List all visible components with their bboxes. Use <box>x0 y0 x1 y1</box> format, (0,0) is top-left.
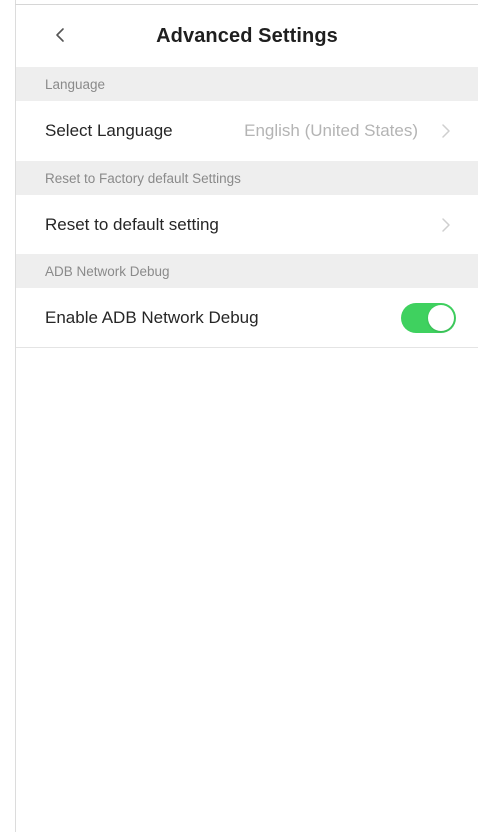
reset-default-row[interactable]: Reset to default setting <box>16 195 478 254</box>
toggle-knob <box>428 304 454 331</box>
adb-debug-toggle[interactable] <box>401 302 456 333</box>
section-header-reset: Reset to Factory default Settings <box>16 161 478 195</box>
select-language-row[interactable]: Select Language English (United States) <box>16 101 478 161</box>
row-label: Reset to default setting <box>45 214 219 234</box>
language-value: English (United States) <box>244 121 418 140</box>
section-header-language: Language <box>16 67 478 101</box>
app-header: Advanced Settings <box>16 5 478 65</box>
section-header-adb: ADB Network Debug <box>16 254 478 288</box>
page-title: Advanced Settings <box>156 25 338 47</box>
adb-debug-row: Enable ADB Network Debug <box>16 288 478 347</box>
divider <box>16 347 478 348</box>
chevron-right-icon <box>440 123 452 139</box>
row-label: Enable ADB Network Debug <box>45 307 259 327</box>
row-label: Select Language <box>45 121 173 140</box>
chevron-right-icon <box>440 217 452 233</box>
settings-screen: Advanced Settings Language Select Langua… <box>0 0 478 832</box>
